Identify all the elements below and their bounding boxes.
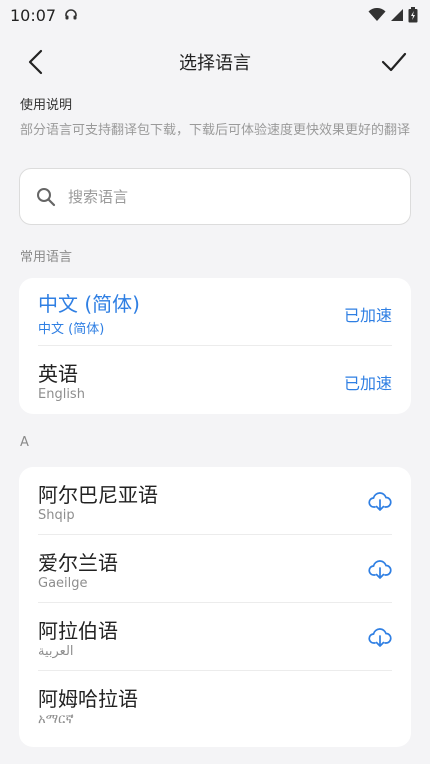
page-title: 选择语言 (179, 53, 251, 74)
language-row-amharic[interactable]: 阿姆哈拉语 አማርኛ (38, 671, 392, 739)
section-label-a: A (20, 435, 29, 450)
language-name: 爱尔兰语 (38, 551, 118, 575)
section-label-common: 常用语言 (20, 250, 73, 265)
accelerated-badge: 已加速 (343, 374, 392, 393)
wifi-icon (368, 8, 386, 21)
language-row-arabic[interactable]: 阿拉伯语 العربية (38, 603, 392, 671)
cloud-download-icon[interactable] (368, 625, 392, 649)
language-native-name: Shqip (38, 508, 75, 523)
language-native-name: English (38, 387, 85, 402)
language-name: 阿尔巴尼亚语 (38, 483, 158, 507)
search-placeholder: 搜索语言 (68, 188, 129, 206)
language-native-name: አማርኛ (38, 712, 74, 727)
language-name: 英语 (38, 362, 78, 386)
language-row-irish[interactable]: 爱尔兰语 Gaeilge (38, 535, 392, 603)
top-app-bar: 选择语言 (0, 38, 430, 86)
headset-icon (65, 9, 77, 20)
language-native-name: 中文 (简体) (38, 322, 105, 337)
language-name: 阿姆哈拉语 (38, 687, 138, 711)
usage-title: 使用说明 (20, 98, 73, 113)
chevron-left-icon[interactable] (22, 48, 50, 76)
language-row-chinese-simplified[interactable]: 中文 (简体) 中文 (简体) 已加速 (38, 278, 392, 346)
section-a-card: 阿尔巴尼亚语 Shqip 爱尔兰语 Gaeilge 阿拉伯语 العربية 阿… (19, 467, 411, 747)
common-languages-card: 中文 (简体) 中文 (简体) 已加速 英语 English 已加速 (19, 278, 411, 414)
checkmark-icon[interactable] (380, 48, 408, 76)
language-row-albanian[interactable]: 阿尔巴尼亚语 Shqip (38, 467, 392, 535)
battery-icon (408, 7, 418, 23)
cellular-icon (391, 9, 403, 21)
status-bar: 10:07 (0, 0, 430, 30)
cloud-download-icon[interactable] (368, 489, 392, 513)
cloud-download-icon[interactable] (368, 557, 392, 581)
language-name: 中文 (简体) (38, 292, 140, 316)
language-native-name: Gaeilge (38, 576, 88, 591)
usage-description: 部分语言可支持翻译包下载，下载后可体验速度更快效果更好的翻译 (20, 123, 411, 138)
accelerated-badge: 已加速 (343, 306, 392, 325)
status-icons (368, 7, 418, 23)
language-row-english[interactable]: 英语 English 已加速 (38, 346, 392, 414)
status-time: 10:07 (10, 5, 57, 25)
search-icon (37, 187, 56, 206)
search-input[interactable]: 搜索语言 (19, 168, 411, 225)
language-name: 阿拉伯语 (38, 619, 118, 643)
language-native-name: العربية (38, 644, 74, 659)
